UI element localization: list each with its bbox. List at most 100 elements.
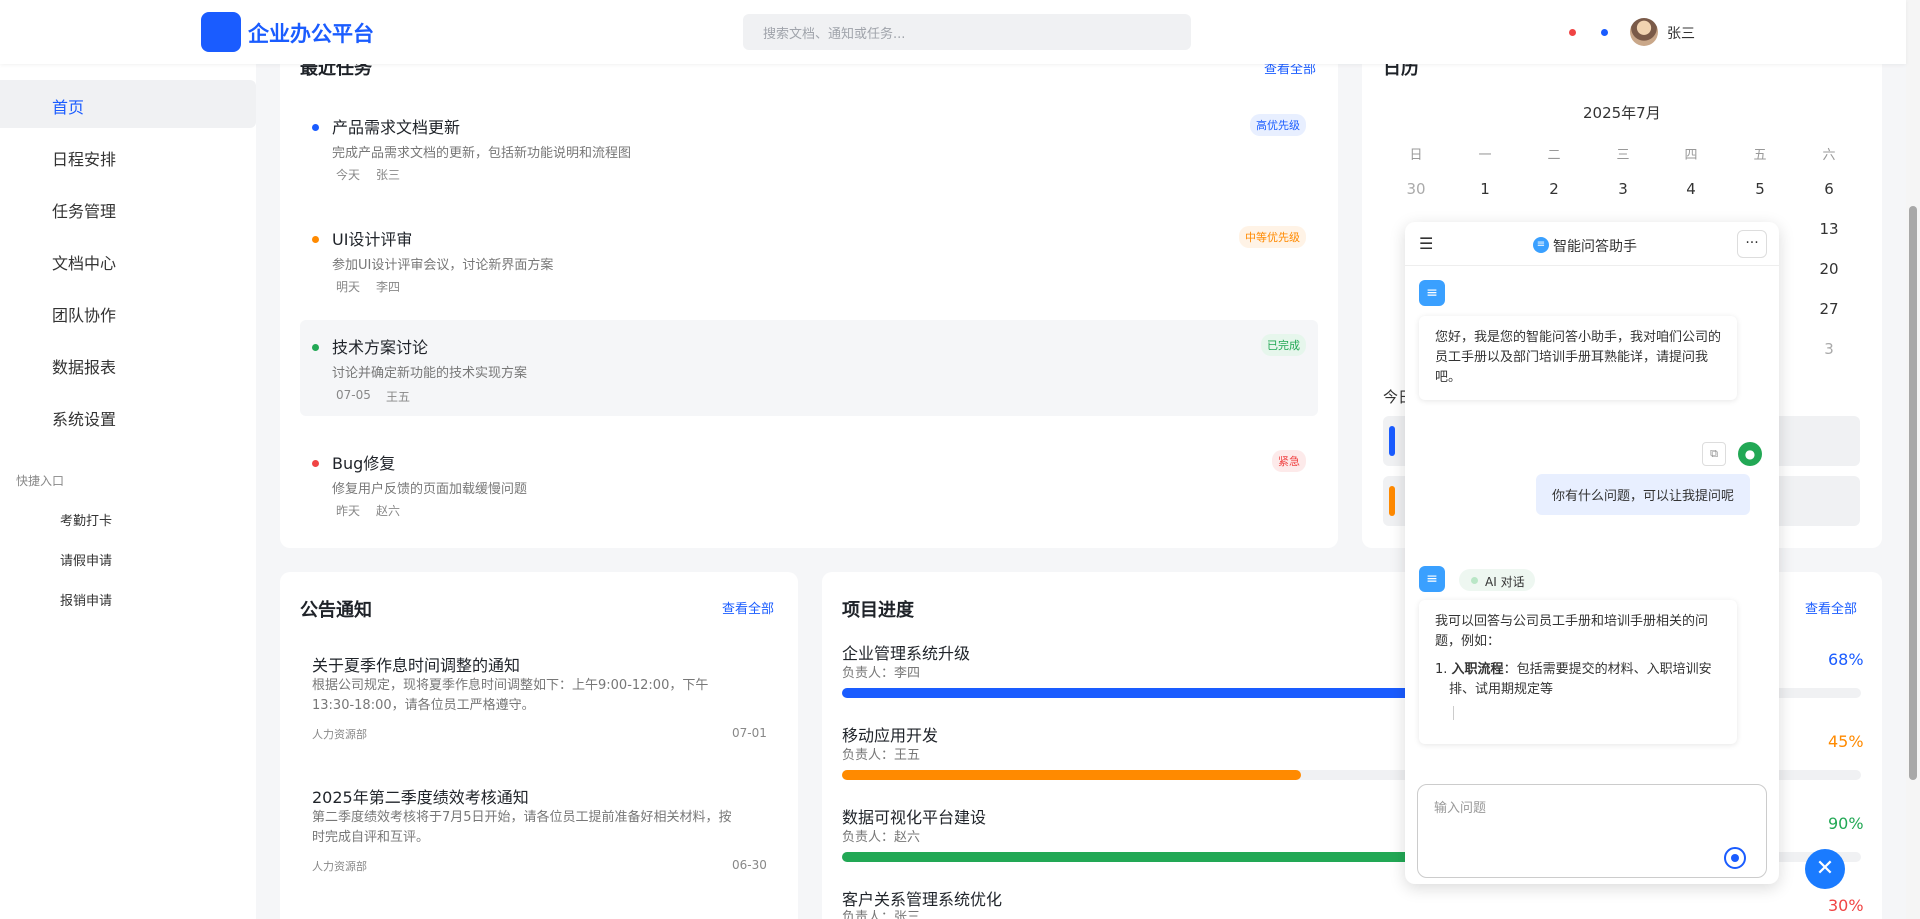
calendar-weekday: 三 <box>1616 148 1630 163</box>
chat-header: ☰ ≡ 智能问答助手 ··· <box>1405 222 1779 266</box>
calendar-day[interactable]: 5 <box>1745 180 1775 198</box>
reply-item-label: 入职流程 <box>1451 662 1504 677</box>
quick-item-attendance[interactable]: 考勤打卡 <box>60 510 112 529</box>
bot-avatar-icon: ≡ <box>1419 280 1445 306</box>
calendar-day[interactable]: 1 <box>1470 180 1500 198</box>
calendar-day[interactable]: 30 <box>1401 180 1431 198</box>
sidebar: 首页 日程安排 任务管理 文档中心 团队协作 数据报表 系统设置 快捷入口 考勤… <box>0 64 256 919</box>
calendar-day[interactable]: 3 <box>1608 180 1638 198</box>
project-percent: 90% <box>1828 814 1864 833</box>
task-date: 07-05 <box>336 388 371 402</box>
task-date: 今天 <box>336 168 361 182</box>
task-status-dot-icon <box>312 344 319 351</box>
project-owner: 负责人：张三 <box>842 910 921 919</box>
calendar-weekday: 日 <box>1409 148 1423 163</box>
bot-avatar-icon: ≡ <box>1419 566 1445 592</box>
priority-badge: 中等优先级 <box>1239 226 1306 248</box>
notice-body: 根据公司规定，现将夏季作息时间调整如下：上午9:00-12:00，下午13:30… <box>312 678 709 713</box>
event-color-bar <box>1389 426 1395 456</box>
notice-title[interactable]: 2025年第二季度绩效考核通知 <box>312 784 529 808</box>
task-date: 明天 <box>336 280 361 294</box>
project-name[interactable]: 数据可视化平台建设 <box>842 804 986 828</box>
notice-dept: 人力资源部 <box>312 860 367 873</box>
task-item[interactable]: Bug修复 修复用户反馈的页面加载缓慢问题 昨天 赵六 紧急 <box>300 440 1318 536</box>
sidebar-item-team[interactable]: 团队协作 <box>0 288 256 336</box>
send-icon[interactable] <box>1724 847 1746 869</box>
list-icon[interactable]: ☰ <box>1419 236 1437 252</box>
calendar-day[interactable]: 20 <box>1814 260 1844 278</box>
project-owner: 负责人：赵六 <box>842 830 921 845</box>
task-desc: 讨论并确定新功能的技术实现方案 <box>332 366 528 381</box>
calendar-month: 2025年7月 <box>1583 104 1661 122</box>
sidebar-item-documents[interactable]: 文档中心 <box>0 236 256 284</box>
project-percent: 45% <box>1828 732 1864 751</box>
status-badge: 已完成 <box>1261 334 1306 356</box>
sidebar-item-home[interactable]: 首页 <box>0 80 256 128</box>
calendar-weekday: 六 <box>1822 148 1836 163</box>
close-chat-button[interactable]: ✕ <box>1805 849 1845 889</box>
calendar-weekday: 五 <box>1753 148 1767 163</box>
calendar-weekday: 一 <box>1478 148 1492 163</box>
assistant-logo-icon: ≡ <box>1533 237 1549 253</box>
event-color-bar <box>1389 486 1395 516</box>
task-item[interactable]: UI设计评审 参加UI设计评审会议，讨论新界面方案 明天 李四 中等优先级 <box>300 216 1318 312</box>
task-title: 技术方案讨论 <box>332 338 429 357</box>
task-date: 昨天 <box>336 504 361 518</box>
calendar-day[interactable]: 27 <box>1814 300 1844 318</box>
progress-fill <box>842 770 1301 780</box>
sidebar-item-tasks[interactable]: 任务管理 <box>0 184 256 232</box>
notice-body: 第二季度绩效考核将于7月5日开始，请各位员工提前准备好相关材料，按时完成自评和互… <box>312 810 732 845</box>
app-title[interactable]: 企业办公平台 <box>248 18 374 48</box>
bot-greeting-message: 您好，我是您的智能问答小助手，我对咱们公司的员工手册以及部门培训手册耳熟能详，请… <box>1419 316 1737 400</box>
project-percent: 68% <box>1828 650 1864 669</box>
chat-assistant-panel: ☰ ≡ 智能问答助手 ··· ≡ 您好，我是您的智能问答小助手，我对咱们公司的员… <box>1405 222 1779 884</box>
ai-mode-tag: AI 对话 <box>1459 569 1535 591</box>
task-owner: 李四 <box>376 280 401 294</box>
task-owner: 王五 <box>386 390 411 404</box>
message-dot-icon[interactable] <box>1601 29 1608 36</box>
task-item[interactable]: 技术方案讨论 讨论并确定新功能的技术实现方案 07-05 王五 已完成 <box>300 320 1318 416</box>
calendar-day[interactable]: 4 <box>1676 180 1706 198</box>
project-name[interactable]: 企业管理系统升级 <box>842 640 970 664</box>
sidebar-item-reports[interactable]: 数据报表 <box>0 340 256 388</box>
notices-view-all-link[interactable]: 查看全部 <box>722 598 774 617</box>
project-owner: 负责人：李四 <box>842 666 921 681</box>
task-owner: 赵六 <box>376 504 401 518</box>
calendar-day[interactable]: 13 <box>1814 220 1844 238</box>
project-name[interactable]: 移动应用开发 <box>842 722 938 746</box>
user-name[interactable]: 张三 <box>1667 23 1695 43</box>
project-percent: 30% <box>1828 896 1864 915</box>
calendar-day[interactable]: 6 <box>1814 180 1844 198</box>
page-scrollbar[interactable] <box>1906 0 1920 919</box>
task-status-dot-icon <box>312 460 319 467</box>
scrollbar-thumb[interactable] <box>1909 206 1917 780</box>
top-header: 企业办公平台 搜索文档、通知或任务... 张三 <box>0 0 1906 64</box>
notification-dot-icon[interactable] <box>1569 29 1576 36</box>
task-item[interactable]: 产品需求文档更新 完成产品需求文档的更新，包括新功能说明和流程图 今天 张三 高… <box>300 104 1318 200</box>
quick-item-reimbursement[interactable]: 报销申请 <box>60 590 112 609</box>
sidebar-item-settings[interactable]: 系统设置 <box>0 392 256 440</box>
task-desc: 修复用户反馈的页面加载缓慢问题 <box>332 482 528 497</box>
ai-tag-label: AI 对话 <box>1485 575 1525 589</box>
search-input[interactable]: 搜索文档、通知或任务... <box>743 14 1191 50</box>
notice-date: 06-30 <box>732 858 767 872</box>
more-options-icon[interactable]: ··· <box>1737 230 1767 258</box>
project-owner: 负责人：王五 <box>842 748 921 763</box>
notice-title[interactable]: 关于夏季作息时间调整的通知 <box>312 652 520 676</box>
sidebar-item-schedule[interactable]: 日程安排 <box>0 132 256 180</box>
calendar-day[interactable]: 2 <box>1539 180 1569 198</box>
projects-view-all-link[interactable]: 查看全部 <box>1805 598 1857 617</box>
calendar-day[interactable]: 3 <box>1814 340 1844 358</box>
app-logo[interactable] <box>201 12 241 52</box>
priority-badge: 高优先级 <box>1250 114 1306 136</box>
user-avatar-icon: ● <box>1738 442 1762 466</box>
task-desc: 完成产品需求文档的更新，包括新功能说明和流程图 <box>332 146 632 161</box>
quick-entry-title: 快捷入口 <box>16 474 65 488</box>
quick-item-leave[interactable]: 请假申请 <box>60 550 112 569</box>
avatar[interactable] <box>1630 18 1658 46</box>
copy-icon[interactable]: ⧉ <box>1702 442 1726 466</box>
notice-date: 07-01 <box>732 726 767 740</box>
priority-badge: 紧急 <box>1272 450 1306 472</box>
question-input[interactable]: 输入问题 <box>1417 784 1767 878</box>
task-title: 产品需求文档更新 <box>332 118 461 137</box>
